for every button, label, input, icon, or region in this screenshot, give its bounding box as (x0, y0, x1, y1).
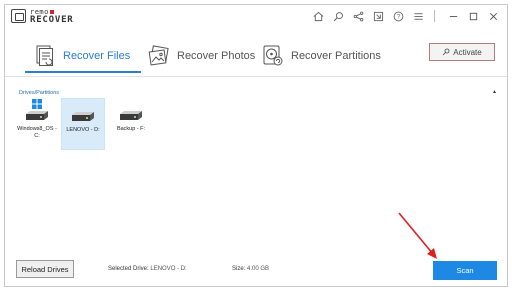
recover-photos-icon (148, 45, 169, 66)
title-bar-icons: ? (306, 8, 501, 24)
logo-icon (11, 9, 26, 23)
recover-files-icon (36, 45, 53, 66)
activate-button[interactable]: Activate (429, 43, 495, 61)
selected-drive-value: LENOVO - D: (150, 266, 187, 272)
maximize-icon[interactable] (465, 8, 481, 24)
drive-item-c[interactable]: Windows8_OS - C: (15, 98, 59, 150)
reload-drives-button[interactable]: Reload Drives (16, 260, 74, 278)
tab-recover-photos[interactable]: Recover Photos (147, 41, 255, 71)
home-icon[interactable] (310, 8, 326, 24)
menu-icon[interactable] (410, 8, 426, 24)
hard-drive-icon (120, 111, 142, 120)
size-label: Size: (232, 266, 246, 272)
share-icon[interactable] (350, 8, 366, 24)
drives-section-title: Drives/Partitions (19, 90, 60, 96)
logo-line2: RECOVER (30, 15, 74, 25)
hard-drive-icon (72, 112, 94, 121)
drive-item-f[interactable]: Backup - F: (109, 98, 153, 150)
drive-item-d[interactable]: LENOVO - D: (61, 98, 105, 150)
main-tabs: Recover Files Recover Photos Recover Par… (5, 27, 507, 77)
key-icon (442, 48, 450, 56)
minimize-icon[interactable] (445, 8, 461, 24)
title-bar-divider (434, 10, 435, 22)
drive-label: Windows8_OS - C: (17, 126, 57, 139)
app-window: remo RECOVER ? Recover Files Recover Pho… (4, 4, 508, 287)
feedback-icon[interactable] (370, 8, 386, 24)
tab-recover-files[interactable]: Recover Files (33, 41, 130, 71)
collapse-caret-icon[interactable]: ▲ (492, 89, 497, 95)
app-logo: remo RECOVER (11, 8, 77, 25)
svg-text:?: ? (396, 13, 400, 20)
search-icon[interactable] (330, 8, 346, 24)
tab-label: Recover Files (63, 50, 131, 62)
tab-recover-partitions[interactable]: Recover Partitions (261, 41, 381, 71)
tab-label: Recover Partitions (291, 50, 381, 62)
selected-drive-status: Selected Drive: LENOVO - D: (108, 266, 187, 272)
close-icon[interactable] (485, 8, 501, 24)
selected-drive-label: Selected Drive: (108, 266, 149, 272)
activate-label: Activate (453, 47, 482, 57)
help-icon[interactable]: ? (390, 8, 406, 24)
active-tab-indicator (25, 71, 141, 73)
scan-button[interactable]: Scan (433, 261, 497, 280)
size-status: Size: 4.00 GB (232, 266, 269, 272)
size-value: 4.00 GB (247, 266, 270, 272)
recover-partitions-icon (263, 45, 283, 66)
tab-label: Recover Photos (177, 50, 256, 62)
drive-label: Backup - F: (116, 126, 146, 132)
title-bar: remo RECOVER ? (5, 5, 507, 27)
windows-drive-icon (26, 99, 48, 120)
drive-label: LENOVO - D: (66, 127, 100, 133)
